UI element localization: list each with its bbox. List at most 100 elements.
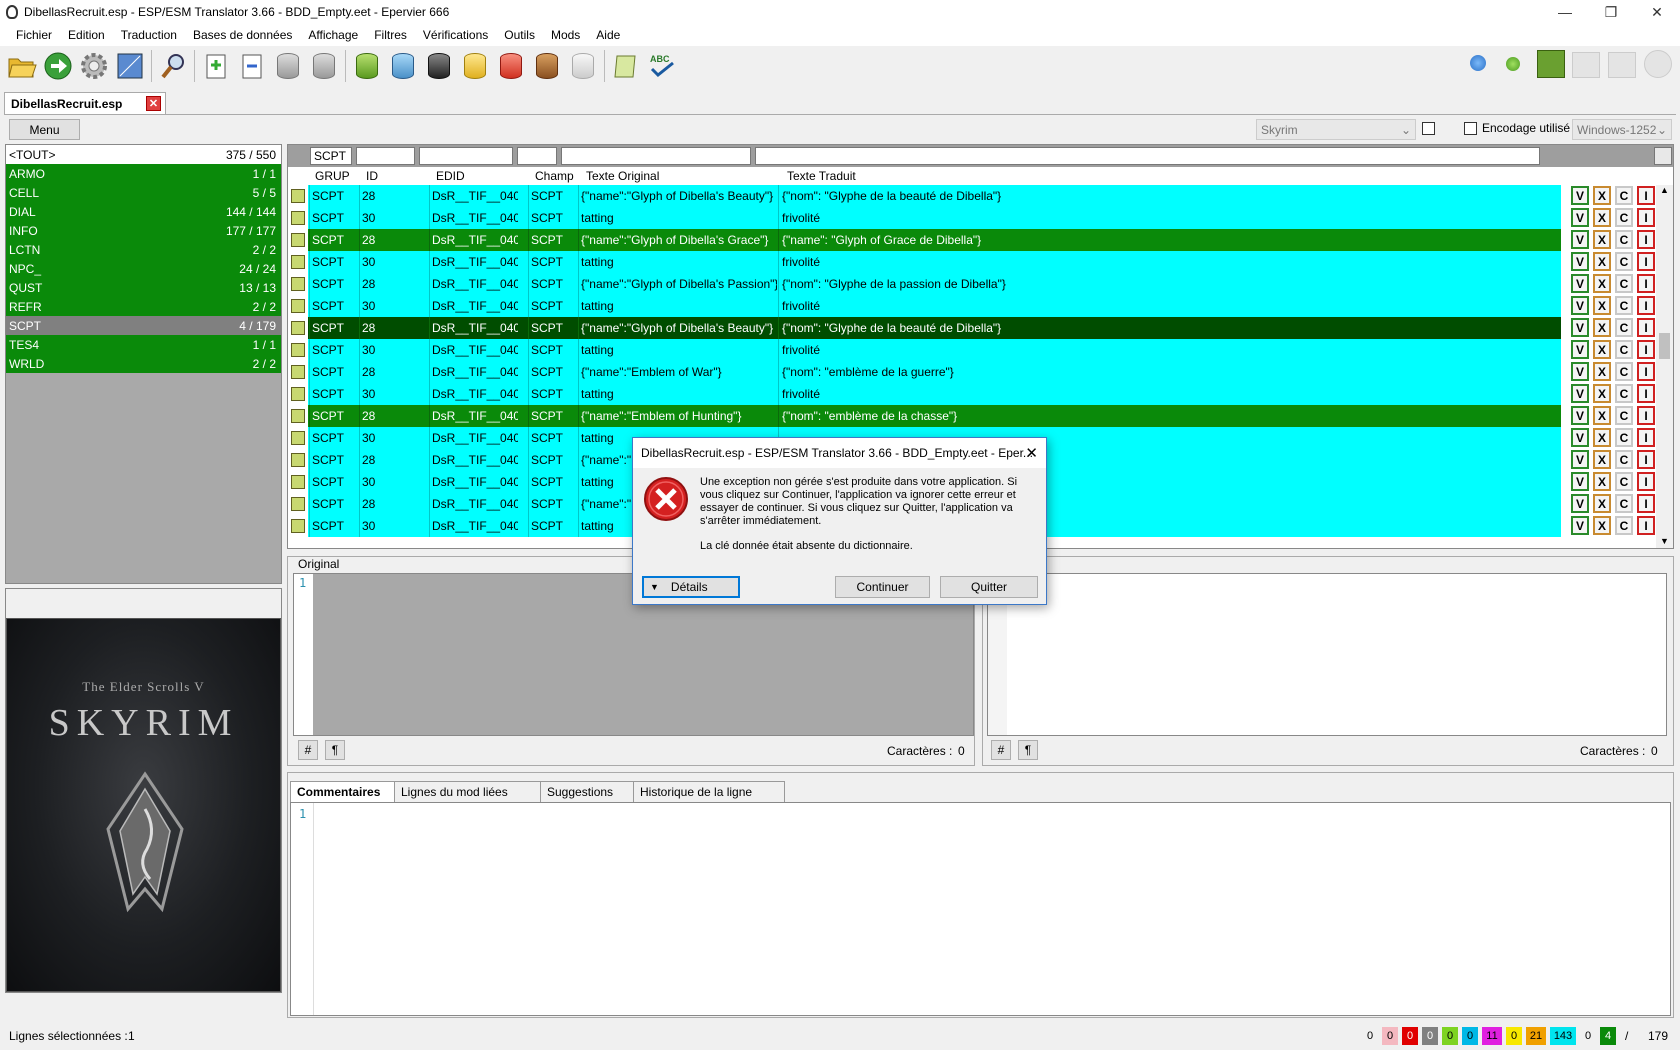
filter-grup-input[interactable]: SCPT [310, 147, 352, 165]
row-action-c-button[interactable]: C [1615, 230, 1633, 249]
row-action-i-button[interactable]: I [1637, 296, 1655, 315]
filter-original-input[interactable] [561, 147, 751, 165]
col-header-edid[interactable]: EDID [436, 169, 465, 183]
export-doc-icon[interactable] [236, 50, 268, 82]
row-note-icon[interactable] [291, 475, 305, 489]
row-note-icon[interactable] [291, 453, 305, 467]
row-action-v-button[interactable]: V [1571, 318, 1589, 337]
original-pilcrow-button[interactable]: ¶ [325, 740, 345, 760]
scroll-up-icon[interactable]: ▲ [1656, 185, 1673, 199]
row-action-i-button[interactable]: I [1637, 362, 1655, 381]
record-type-item[interactable]: REFR 2 / 2 [6, 297, 281, 316]
close-tab-icon[interactable]: ✕ [146, 96, 161, 111]
row-action-i-button[interactable]: I [1637, 494, 1655, 513]
filter-champ-input[interactable] [517, 147, 557, 165]
row-note-icon[interactable] [291, 343, 305, 357]
dialog-close-icon[interactable]: ✕ [1025, 444, 1038, 462]
tab-historique[interactable]: Historique de la ligne [633, 781, 785, 802]
table-row[interactable]: SCPT 30 DsR__TIF__040... SCPT tatting frivoli… [288, 295, 1673, 317]
row-action-c-button[interactable]: C [1615, 296, 1633, 315]
row-note-icon[interactable] [291, 497, 305, 511]
row-action-v-button[interactable]: V [1571, 252, 1589, 271]
row-action-c-button[interactable]: C [1615, 318, 1633, 337]
menu-mods[interactable]: Mods [543, 28, 588, 42]
row-action-x-button[interactable]: X [1593, 384, 1611, 403]
row-action-i-button[interactable]: I [1637, 450, 1655, 469]
game-checkbox[interactable] [1422, 122, 1435, 135]
row-action-c-button[interactable]: C [1615, 384, 1633, 403]
clear-filter-brush-icon[interactable] [1654, 147, 1672, 165]
table-row[interactable]: SCPT 30 DsR__TIF__040... SCPT tatting frivoli… [288, 383, 1673, 405]
row-note-icon[interactable] [291, 277, 305, 291]
row-action-x-button[interactable]: X [1593, 252, 1611, 271]
row-action-v-button[interactable]: V [1571, 428, 1589, 447]
row-action-c-button[interactable]: C [1615, 208, 1633, 227]
menu-edition[interactable]: Edition [60, 28, 113, 42]
translated-hash-button[interactable]: # [991, 740, 1011, 760]
blue-dot-icon[interactable] [1470, 55, 1486, 71]
db-blue-icon[interactable] [387, 50, 419, 82]
row-note-icon[interactable] [291, 211, 305, 225]
continue-button[interactable]: Continuer [835, 576, 930, 598]
record-type-item[interactable]: NPC_ 24 / 24 [6, 259, 281, 278]
menu-fichier[interactable]: Fichier [8, 28, 60, 42]
row-action-v-button[interactable]: V [1571, 208, 1589, 227]
row-action-v-button[interactable]: V [1571, 494, 1589, 513]
row-note-icon[interactable] [291, 431, 305, 445]
menu-verifications[interactable]: Vérifications [415, 28, 496, 42]
db-green-icon[interactable] [351, 50, 383, 82]
translated-editor[interactable] [987, 573, 1667, 736]
gear-icon[interactable] [78, 50, 110, 82]
scroll-down-icon[interactable]: ▼ [1656, 536, 1673, 548]
record-type-item[interactable]: QUST 13 / 13 [6, 278, 281, 297]
row-note-icon[interactable] [291, 233, 305, 247]
minimize-button[interactable]: — [1542, 0, 1588, 24]
row-action-i-button[interactable]: I [1637, 340, 1655, 359]
record-type-item[interactable]: ARMO 1 / 1 [6, 164, 281, 183]
row-action-v-button[interactable]: V [1571, 472, 1589, 491]
row-note-icon[interactable] [291, 321, 305, 335]
row-action-i-button[interactable]: I [1637, 472, 1655, 491]
row-action-x-button[interactable]: X [1593, 340, 1611, 359]
row-action-i-button[interactable]: I [1637, 428, 1655, 447]
row-action-i-button[interactable]: I [1637, 252, 1655, 271]
row-action-x-button[interactable]: X [1593, 362, 1611, 381]
tab-commentaires[interactable]: Commentaires [290, 781, 395, 802]
table-row[interactable]: SCPT 30 DsR__TIF__040... SCPT tatting frivoli… [288, 339, 1673, 361]
row-note-icon[interactable] [291, 255, 305, 269]
scroll-icon[interactable] [610, 50, 642, 82]
row-action-x-button[interactable]: X [1593, 186, 1611, 205]
col-header-id[interactable]: ID [366, 169, 378, 183]
row-action-x-button[interactable]: X [1593, 318, 1611, 337]
row-action-x-button[interactable]: X [1593, 450, 1611, 469]
row-action-c-button[interactable]: C [1615, 516, 1633, 535]
record-type-list[interactable]: <TOUT> 375 / 550 ARMO 1 / 1 CELL 5 / 5 DIAL 144… [5, 144, 282, 584]
grid-scrollbar[interactable]: ▲ ▼ [1656, 185, 1673, 548]
row-action-c-button[interactable]: C [1615, 362, 1633, 381]
row-action-v-button[interactable]: V [1571, 450, 1589, 469]
row-action-i-button[interactable]: I [1637, 318, 1655, 337]
row-action-c-button[interactable]: C [1615, 428, 1633, 447]
row-action-i-button[interactable]: I [1637, 186, 1655, 205]
row-action-x-button[interactable]: X [1593, 274, 1611, 293]
row-note-icon[interactable] [291, 299, 305, 313]
menu-affichage[interactable]: Affichage [300, 28, 366, 42]
row-action-i-button[interactable]: I [1637, 274, 1655, 293]
record-type-item[interactable]: SCPT 4 / 179 [6, 316, 281, 335]
row-action-i-button[interactable]: I [1637, 384, 1655, 403]
db-black-icon[interactable] [423, 50, 455, 82]
open-folder-icon[interactable] [6, 50, 38, 82]
record-type-item[interactable]: CELL 5 / 5 [6, 183, 281, 202]
table-row[interactable]: SCPT 30 DsR__TIF__040... SCPT tatting frivoli… [288, 207, 1673, 229]
table-row[interactable]: SCPT 30 DsR__TIF__040... SCPT tatting frivoli… [288, 251, 1673, 273]
row-action-x-button[interactable]: X [1593, 494, 1611, 513]
table-row[interactable]: SCPT 28 DsR__TIF__040... SCPT {"name":"Emble… [288, 405, 1673, 427]
table-row[interactable]: SCPT 28 DsR__TIF__040... SCPT {"name":"Glyph… [288, 229, 1673, 251]
row-action-c-button[interactable]: C [1615, 450, 1633, 469]
table-row[interactable]: SCPT 28 DsR__TIF__040... SCPT {"name":"Emble… [288, 361, 1673, 383]
row-action-x-button[interactable]: X [1593, 230, 1611, 249]
row-action-c-button[interactable]: C [1615, 186, 1633, 205]
row-action-x-button[interactable]: X [1593, 516, 1611, 535]
record-type-item[interactable]: TES4 1 / 1 [6, 335, 281, 354]
menu-outils[interactable]: Outils [496, 28, 543, 42]
